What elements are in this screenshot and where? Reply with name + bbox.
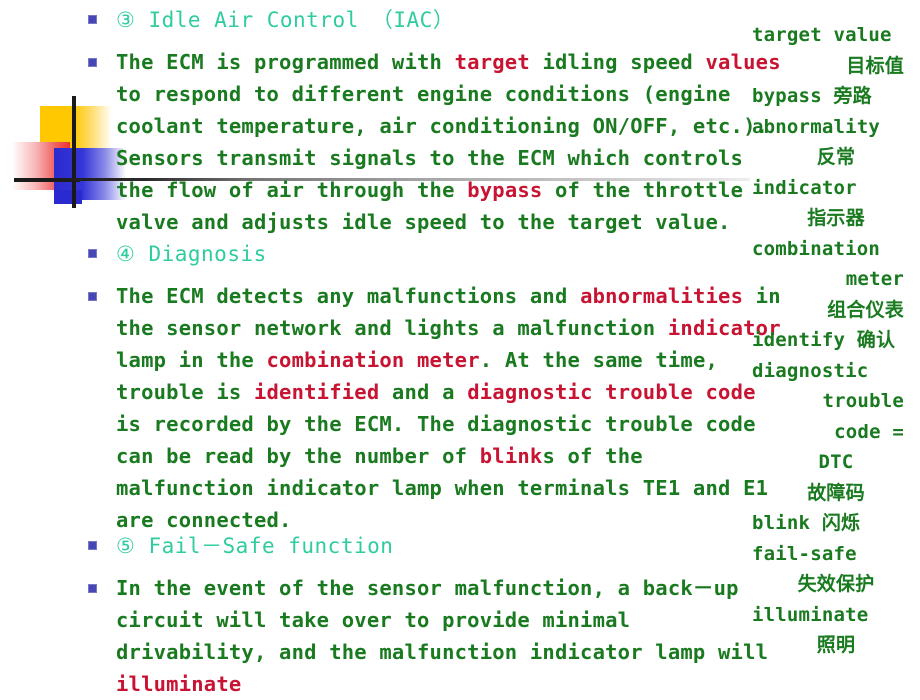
bullet-square-icon [88, 584, 97, 593]
highlighted-term: identified [253, 380, 380, 404]
highlighted-term: abnormalities [580, 284, 744, 308]
text-run: lamp in the [116, 348, 254, 372]
highlighted-term: illuminate [116, 672, 242, 696]
highlighted-term: target [454, 50, 530, 74]
highlighted-term: blink [479, 444, 543, 468]
vocabulary-line: code = [834, 420, 904, 443]
vocabulary-line: 照明 [816, 634, 856, 656]
heading-idle-air-control: ③ Idle Air Control （IAC） [116, 4, 788, 36]
bullet-square-icon [88, 249, 97, 258]
decorative-red-square [12, 142, 70, 190]
paragraph-fail-safe-function: In the event of the sensor malfunction, … [116, 572, 788, 700]
vocabulary-line: diagnostic [752, 359, 869, 382]
decorative-blue-tab [54, 190, 82, 204]
decorative-vertical-rule [72, 96, 76, 208]
text-run: The ECM is programmed with [116, 50, 455, 74]
highlighted-term: combination meter [266, 348, 480, 372]
bullet-square-icon [88, 541, 97, 550]
vocabulary-line: abnormality [752, 115, 881, 138]
vocabulary-sidebar: target value 目标值 bypass 旁路 abnormality 反常 ind… [752, 20, 920, 661]
vocabulary-line: trouble [822, 390, 904, 412]
text-run: The ECM detects any malfunctions and [116, 284, 581, 308]
highlighted-term: diagnostic trouble code [467, 380, 756, 404]
text-run: is recorded by the ECM. The diagnostic t… [116, 412, 756, 468]
vocabulary-line: 目标值 [846, 54, 904, 77]
highlighted-term: bypass [467, 178, 543, 202]
vocabulary-line: combination [752, 237, 881, 260]
heading-diagnosis: ④ Diagnosis [116, 238, 788, 270]
vocabulary-line: indicator [752, 176, 857, 199]
vocabulary-line: 故障码 [807, 481, 865, 504]
text-run: idling speed [529, 50, 706, 74]
paragraph-idle-air-control: The ECM is programmed with target idling… [116, 46, 788, 238]
heading-fail-safe-function: ⑤ Fail－Safe function [116, 530, 788, 562]
heading-diagnosis-block: ④ Diagnosis [84, 238, 788, 270]
vocabulary-line: blink 闪烁 [752, 512, 861, 534]
vocabulary-line: bypass 旁路 [752, 85, 872, 107]
vocabulary-line: target value [752, 24, 892, 46]
paragraph-idle-air-control-block: The ECM is programmed with target idling… [84, 46, 788, 238]
vocabulary-line: DTC [818, 451, 854, 473]
vocabulary-line: 组合仪表 [827, 298, 904, 321]
text-run: ③ Idle Air Control （IAC） [116, 8, 455, 32]
vocabulary-line: 指示器 [807, 207, 865, 229]
heading-fail-safe-function-block: ⑤ Fail－Safe function [84, 530, 788, 562]
text-run: ④ Diagnosis [116, 242, 267, 266]
vocabulary-line: illuminate [752, 603, 869, 626]
paragraph-fail-safe-function-block: In the event of the sensor malfunction, … [84, 572, 788, 700]
heading-idle-air-control-block: ③ Idle Air Control （IAC） [84, 4, 788, 36]
vocabulary-line: 失效保护 [797, 573, 875, 595]
text-run: In the event of the sensor malfunction, … [116, 576, 769, 664]
paragraph-diagnosis: The ECM detects any malfunctions and abn… [116, 280, 788, 536]
text-run: and a [379, 380, 468, 404]
vocabulary-line: meter [845, 268, 904, 290]
bullet-square-icon [88, 15, 97, 24]
vocabulary-line: fail-safe [752, 542, 857, 565]
bullet-square-icon [88, 292, 97, 301]
vocabulary-line: identify 确认 [752, 329, 896, 351]
bullet-square-icon [88, 58, 97, 67]
text-run: ⑤ Fail－Safe function [116, 534, 394, 558]
slide-content: ③ Idle Air Control （IAC） The ECM is progr… [84, 0, 781, 696]
vocabulary-line: 反常 [816, 146, 856, 168]
paragraph-diagnosis-block: The ECM detects any malfunctions and abn… [84, 280, 788, 536]
